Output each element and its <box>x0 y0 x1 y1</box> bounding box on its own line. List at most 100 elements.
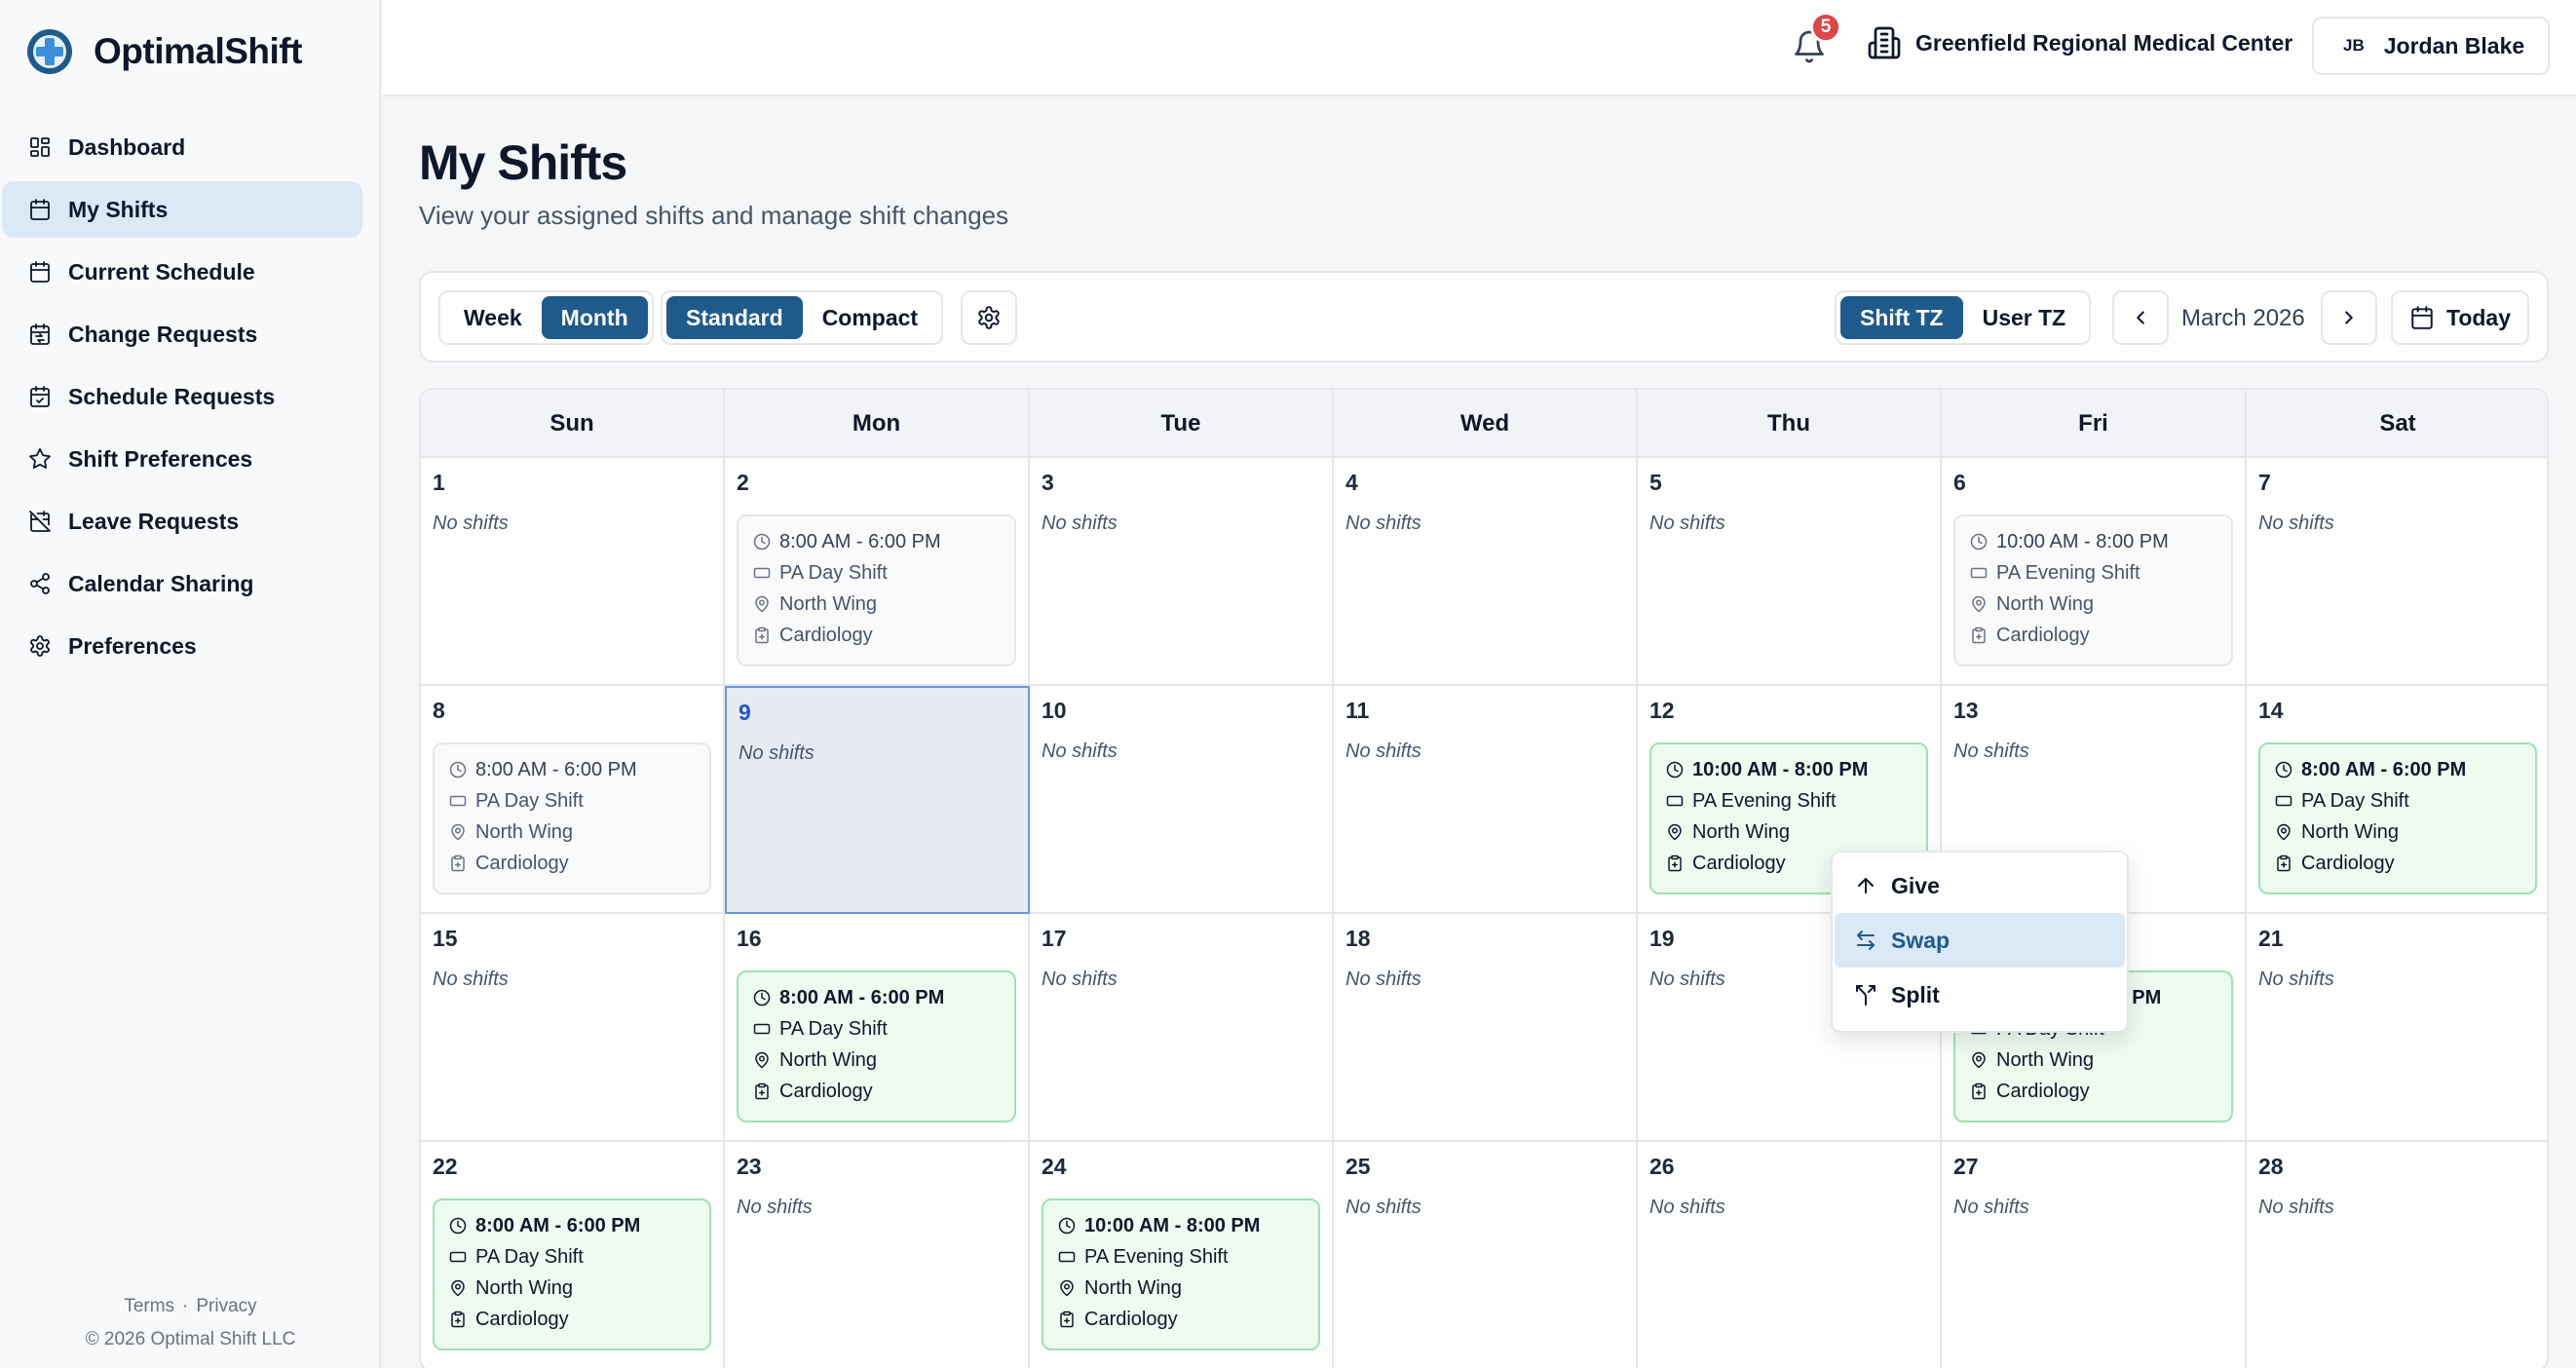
map-pin-icon <box>755 595 769 613</box>
day-cell-14[interactable]: 14 8:00 AM - 6:00 PM PA Day Shift North Win… <box>2247 686 2547 914</box>
menu-item-label: Swap <box>1891 927 1951 953</box>
shift-department: Cardiology <box>2301 852 2395 874</box>
shift-location-row: North Wing <box>1969 589 2217 620</box>
shift-time-icon-wrap <box>752 988 772 1007</box>
day-cell-1[interactable]: 1 No shifts <box>421 458 725 686</box>
shift-name: PA Evening Shift <box>1084 1245 1229 1268</box>
sidebar-item-shift-preferences[interactable]: Shift Preferences <box>2 431 362 487</box>
sidebar-item-leave-requests[interactable]: Leave Requests <box>2 493 362 550</box>
day-number: 17 <box>1042 926 1067 951</box>
shift-location: North Wing <box>1996 592 2095 615</box>
day-cell-26[interactable]: 26 No shifts <box>1638 1142 1942 1368</box>
sidebar-item-calendar-sharing[interactable]: Calendar Sharing <box>2 555 362 612</box>
view-week-option[interactable]: Week <box>444 296 542 339</box>
timezone-user-tz-option[interactable]: User TZ <box>1963 296 2086 339</box>
shift-time-icon-wrap <box>752 532 772 551</box>
sidebar-item-change-requests[interactable]: Change Requests <box>2 306 362 362</box>
terms-link[interactable]: Terms <box>124 1296 174 1316</box>
day-cell-16[interactable]: 16 8:00 AM - 6:00 PM PA Day Shift North Win… <box>725 914 1030 1142</box>
user-menu-button[interactable]: JB Jordan Blake <box>2312 17 2550 75</box>
day-cell-5[interactable]: 5 No shifts <box>1638 458 1942 686</box>
day-cell-17[interactable]: 17 No shifts <box>1030 914 1334 1142</box>
day-cell-23[interactable]: 23 No shifts <box>725 1142 1030 1368</box>
day-cell-4[interactable]: 4 No shifts <box>1334 458 1638 686</box>
sidebar-nav: Dashboard My Shifts Current Schedule Change… <box>0 119 381 680</box>
tag-icon <box>449 795 467 807</box>
no-shifts-label: No shifts <box>1649 1197 1725 1218</box>
day-number: 10 <box>1042 698 1067 723</box>
shift-department-row: Cardiology <box>1969 620 2217 651</box>
shift-card[interactable]: 8:00 AM - 6:00 PM PA Day Shift North Wing C… <box>2258 742 2537 894</box>
organization-selector[interactable]: Greenfield Regional Medical Center <box>1867 25 2292 60</box>
no-shifts-label: No shifts <box>1953 741 2029 762</box>
day-cell-22[interactable]: 22 8:00 AM - 6:00 PM PA Day Shift North Win… <box>421 1142 725 1368</box>
day-cell-3[interactable]: 3 No shifts <box>1030 458 1334 686</box>
sidebar-item-label: Shift Preferences <box>68 445 253 472</box>
shift-location-icon-wrap <box>448 1278 468 1298</box>
day-cell-10[interactable]: 10 No shifts <box>1030 686 1334 914</box>
shift-department-icon-wrap <box>448 854 468 873</box>
day-number: 16 <box>737 926 762 951</box>
day-cell-28[interactable]: 28 No shifts <box>2247 1142 2547 1368</box>
no-shifts-label: No shifts <box>433 513 509 534</box>
shift-name: PA Day Shift <box>2301 789 2409 812</box>
day-cell-9[interactable]: 9 No shifts <box>725 686 1030 914</box>
day-cell-27[interactable]: 27 No shifts <box>1942 1142 2247 1368</box>
day-cell-21[interactable]: 21 No shifts <box>2247 914 2547 1142</box>
day-cell-7[interactable]: 7 No shifts <box>2247 458 2547 686</box>
sidebar-item-dashboard[interactable]: Dashboard <box>2 119 362 175</box>
shift-name-row: PA Day Shift <box>448 785 696 817</box>
sidebar-item-my-shifts[interactable]: My Shifts <box>2 181 362 238</box>
star-icon <box>29 448 51 469</box>
menu-item-split[interactable]: Split <box>1835 968 2125 1022</box>
shift-card[interactable]: 10:00 AM - 8:00 PM PA Evening Shift North … <box>1042 1198 1320 1350</box>
shift-card[interactable]: 8:00 AM - 6:00 PM PA Day Shift North Wing C… <box>737 514 1016 666</box>
day-cell-25[interactable]: 25 No shifts <box>1334 1142 1638 1368</box>
today-button[interactable]: Today <box>2391 290 2529 345</box>
day-cell-24[interactable]: 24 10:00 AM - 8:00 PM PA Evening Shift Nort… <box>1030 1142 1334 1368</box>
sidebar-item-schedule-requests[interactable]: Schedule Requests <box>2 368 362 425</box>
app-logo[interactable]: OptimalShift <box>25 27 302 76</box>
sidebar-item-label: Current Schedule <box>68 258 255 285</box>
menu-item-give[interactable]: Give <box>1835 858 2125 913</box>
sidebar-item-label: Change Requests <box>68 321 258 347</box>
shift-department: Cardiology <box>1084 1308 1178 1330</box>
prev-month-button[interactable] <box>2112 290 2169 345</box>
day-cell-6[interactable]: 6 10:00 AM - 8:00 PM PA Evening Shift North… <box>1942 458 2247 686</box>
shift-department-row: Cardiology <box>752 1076 1001 1107</box>
shift-time-icon-wrap <box>1969 532 1989 551</box>
shift-card[interactable]: 10:00 AM - 8:00 PM PA Evening Shift North … <box>1953 514 2233 666</box>
shift-department-icon-wrap <box>1969 626 1989 645</box>
view-month-option[interactable]: Month <box>541 296 648 339</box>
density-compact-option[interactable]: Compact <box>803 296 937 339</box>
shift-card[interactable]: 8:00 AM - 6:00 PM PA Day Shift North Wing C… <box>433 742 711 894</box>
weekday-sun: Sun <box>421 390 725 458</box>
organization-name: Greenfield Regional Medical Center <box>1915 29 2293 56</box>
day-cell-15[interactable]: 15 No shifts <box>421 914 725 1142</box>
day-cell-11[interactable]: 11 No shifts <box>1334 686 1638 914</box>
day-cell-18[interactable]: 18 No shifts <box>1334 914 1638 1142</box>
chevron-right-icon <box>2345 311 2353 324</box>
day-number: 19 <box>1649 926 1675 951</box>
day-cell-2[interactable]: 2 8:00 AM - 6:00 PM PA Day Shift North Wing… <box>725 458 1030 686</box>
day-number: 25 <box>1345 1154 1371 1179</box>
shift-card[interactable]: 8:00 AM - 6:00 PM PA Day Shift North Wing C… <box>433 1198 711 1350</box>
shift-card[interactable]: 8:00 AM - 6:00 PM PA Day Shift North Wing C… <box>737 970 1016 1122</box>
calendar-check-icon <box>30 386 50 407</box>
next-month-button[interactable] <box>2321 290 2377 345</box>
day-number: 12 <box>1649 698 1675 723</box>
user-name: Jordan Blake <box>2383 32 2525 58</box>
day-cell-8[interactable]: 8 8:00 AM - 6:00 PM PA Day Shift North Wing… <box>421 686 725 914</box>
sidebar-item-preferences[interactable]: Preferences <box>2 618 362 674</box>
timezone-shift-tz-option[interactable]: Shift TZ <box>1840 296 1963 339</box>
no-shifts-label: No shifts <box>1042 969 1118 990</box>
privacy-link[interactable]: Privacy <box>196 1296 256 1316</box>
calendar-off-icon <box>29 511 51 532</box>
menu-item-swap[interactable]: Swap <box>1835 913 2125 968</box>
density-standard-option[interactable]: Standard <box>666 296 803 339</box>
settings-button[interactable] <box>961 290 1017 345</box>
shift-name-icon-wrap <box>752 1019 772 1039</box>
weekday-sat: Sat <box>2247 390 2547 458</box>
sidebar-item-current-schedule[interactable]: Current Schedule <box>2 244 362 300</box>
clipboard-icon <box>451 1311 465 1328</box>
